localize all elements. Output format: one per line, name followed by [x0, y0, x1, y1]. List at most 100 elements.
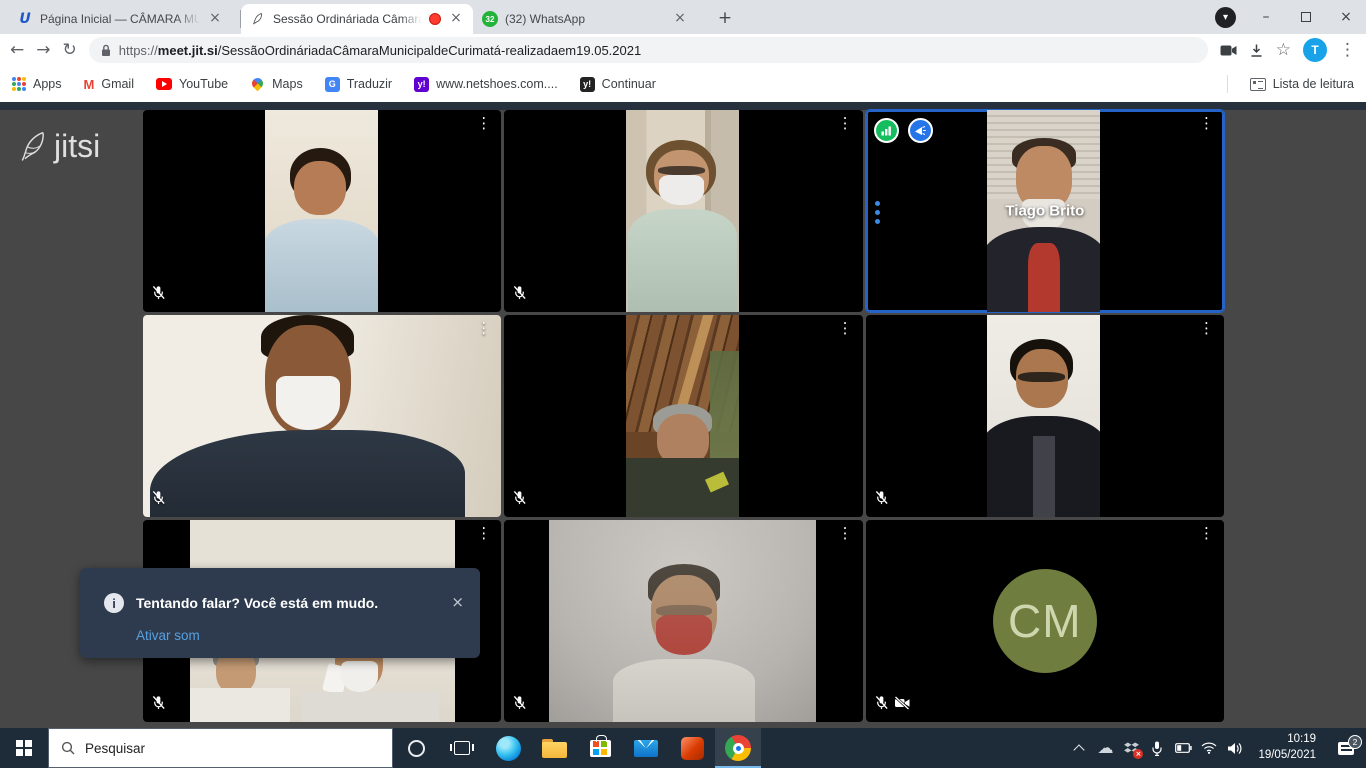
cortana-icon	[408, 740, 425, 757]
tile-menu-icon[interactable]: ⋮	[1199, 116, 1214, 131]
reload-button[interactable]: ↻	[63, 42, 77, 59]
lock-icon	[101, 44, 111, 57]
tab-camara-municipal[interactable]: U Página Inicial — CÂMARA MUNICI ×	[8, 4, 240, 34]
tab-jitsi-session[interactable]: Sessão Ordináriada Câmara Mu ×	[241, 4, 473, 34]
video-tile-6[interactable]: ⋮	[866, 315, 1224, 517]
recording-indicator-icon	[429, 13, 441, 25]
participant-video	[626, 110, 739, 312]
chrome-icon	[725, 735, 751, 761]
tray-volume[interactable]	[1222, 728, 1248, 768]
video-tile-4[interactable]: ⋮	[143, 315, 501, 517]
bookmark-maps[interactable]: Maps	[250, 77, 303, 91]
tile-menu-icon[interactable]: ⋮	[476, 321, 491, 336]
reading-list-label: Lista de leitura	[1273, 77, 1354, 91]
tray-wifi[interactable]	[1196, 728, 1222, 768]
close-window-button[interactable]: ×	[1326, 0, 1366, 34]
tab-title: Página Inicial — CÂMARA MUNICI	[40, 12, 200, 26]
tray-onedrive[interactable]: ☁	[1092, 728, 1118, 768]
video-tile-tiago-brito[interactable]: Tiago Brito ⋮	[866, 110, 1224, 312]
taskbar-microsoft-store[interactable]	[577, 728, 623, 768]
tile-indicators	[874, 118, 933, 143]
search-icon	[61, 741, 75, 755]
browser-menu-icon[interactable]: ⋮	[1339, 42, 1356, 59]
taskbar-mail[interactable]	[623, 728, 669, 768]
task-view-button[interactable]	[439, 728, 485, 768]
tray-expand-button[interactable]	[1066, 728, 1092, 768]
tray-dropbox[interactable]: ×	[1118, 728, 1144, 768]
bookmark-youtube[interactable]: YouTube	[156, 77, 228, 91]
tile-menu-icon[interactable]: ⋮	[838, 321, 853, 336]
video-tile-5[interactable]: ⋮	[504, 315, 862, 517]
video-tile-8[interactable]: ⋮	[504, 520, 862, 722]
video-tile-1[interactable]: ⋮	[143, 110, 501, 312]
tab-close-icon[interactable]: ×	[448, 11, 464, 27]
action-center-button[interactable]: 2	[1326, 742, 1366, 755]
taskbar-clock[interactable]: 10:19 19/05/2021	[1248, 732, 1326, 763]
profile-avatar[interactable]: T	[1303, 38, 1327, 62]
bookmark-star-icon[interactable]: ☆	[1276, 42, 1291, 59]
jitsi-brand-text: jitsi	[54, 128, 100, 165]
mic-muted-icon	[512, 490, 527, 510]
tile-menu-icon[interactable]: ⋮	[476, 116, 491, 131]
bookmark-apps[interactable]: Apps	[12, 77, 62, 91]
file-explorer-icon	[542, 739, 567, 758]
taskbar-chrome-active[interactable]	[715, 728, 761, 768]
bookmarks-separator	[1227, 75, 1228, 93]
mail-icon	[634, 740, 658, 757]
clock-time: 10:19	[1287, 732, 1316, 748]
tab-whatsapp[interactable]: 32 (32) WhatsApp ×	[473, 4, 705, 34]
tile-menu-icon[interactable]: ⋮	[1199, 321, 1214, 336]
bookmark-netshoes[interactable]: y! www.netshoes.com....	[414, 77, 558, 92]
edge-icon	[496, 736, 521, 761]
window-controls: ▾ – ×	[1215, 0, 1366, 34]
tray-battery[interactable]	[1170, 728, 1196, 768]
taskbar-file-explorer[interactable]	[531, 728, 577, 768]
toast-message: Tentando falar? Você está em mudo.	[136, 595, 378, 611]
youtube-icon	[156, 78, 172, 90]
bookmark-gmail[interactable]: M Gmail	[84, 77, 135, 92]
taskbar-edge[interactable]	[485, 728, 531, 768]
camera-muted-icon	[894, 696, 910, 715]
forward-button[interactable]: →	[36, 42, 50, 59]
participant-video	[143, 315, 501, 517]
info-icon: i	[104, 593, 124, 613]
camera-in-use-icon[interactable]	[1220, 45, 1237, 56]
cortana-button[interactable]	[393, 728, 439, 768]
tab-close-icon[interactable]: ×	[672, 11, 688, 27]
volume-icon	[1227, 742, 1243, 755]
dropbox-error-badge: ×	[1133, 749, 1143, 759]
bookmarks-bar: Apps M Gmail YouTube Maps G Traduzir y! …	[0, 66, 1366, 102]
unmute-link[interactable]: Ativar som	[136, 628, 200, 643]
participant-avatar: CM	[993, 569, 1097, 673]
tray-microphone[interactable]	[1144, 728, 1170, 768]
battery-icon	[1175, 743, 1192, 753]
chrome-update-icon[interactable]: ▾	[1215, 7, 1236, 28]
video-tile-2[interactable]: ⋮	[504, 110, 862, 312]
maximize-button[interactable]	[1286, 0, 1326, 34]
video-tile-cm-avatar[interactable]: CM ⋮	[866, 520, 1224, 722]
participant-video	[987, 315, 1100, 517]
new-tab-button[interactable]: +	[711, 4, 739, 32]
connection-quality-icon[interactable]	[874, 118, 899, 143]
toast-close-icon[interactable]: ×	[451, 593, 464, 611]
moderator-icon	[908, 118, 933, 143]
start-button[interactable]	[0, 728, 48, 768]
minimize-button[interactable]: –	[1246, 0, 1286, 34]
reading-list-icon	[1250, 78, 1266, 91]
bookmark-traduzir[interactable]: G Traduzir	[325, 77, 392, 92]
address-bar[interactable]: https://meet.jit.si/SessãoOrdináriadaCâm…	[89, 37, 1208, 63]
tab-close-icon[interactable]: ×	[207, 11, 223, 27]
bookmark-continuar[interactable]: y! Continuar	[580, 77, 656, 92]
taskbar-search-input[interactable]: Pesquisar	[48, 728, 393, 768]
tile-menu-icon[interactable]: ⋮	[838, 526, 853, 541]
taskbar-office[interactable]	[669, 728, 715, 768]
back-button[interactable]: ←	[10, 42, 24, 59]
tile-menu-icon[interactable]: ⋮	[1199, 526, 1214, 541]
mic-muted-icon	[151, 285, 166, 305]
tile-menu-icon[interactable]: ⋮	[838, 116, 853, 131]
tile-menu-icon[interactable]: ⋮	[476, 526, 491, 541]
browser-toolbar: ← → ↻ https://meet.jit.si/SessãoOrdinári…	[0, 34, 1366, 66]
reading-list-button[interactable]: Lista de leitura	[1250, 77, 1354, 91]
download-icon[interactable]	[1249, 43, 1264, 58]
mic-muted-icon	[874, 695, 889, 715]
